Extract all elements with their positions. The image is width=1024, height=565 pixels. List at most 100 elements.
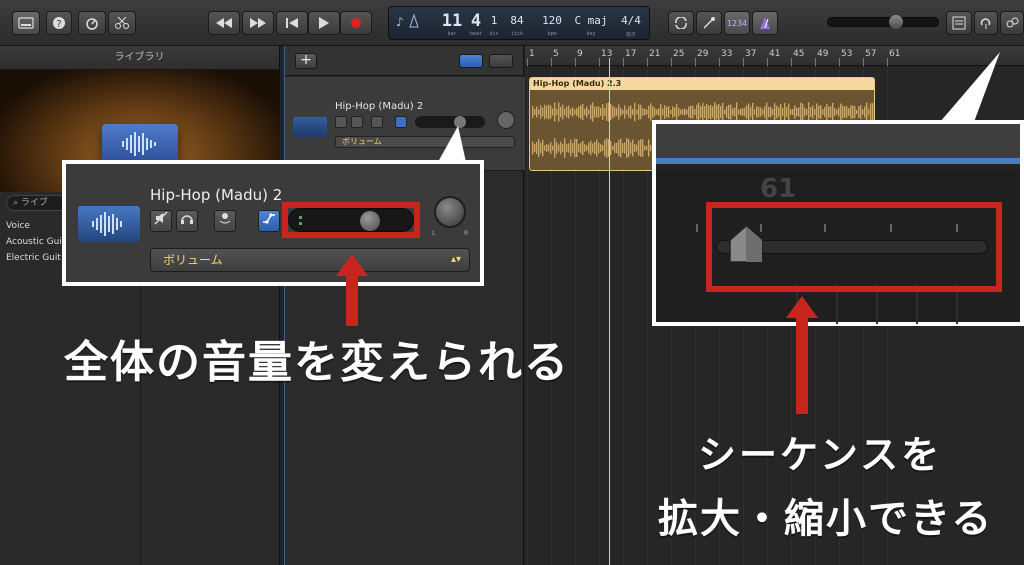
- arrow-up-zoom: [786, 296, 818, 318]
- pan-right-label: R: [464, 230, 469, 237]
- ruler-bar-number: 21: [649, 49, 661, 59]
- automation-button-large[interactable]: [258, 210, 280, 232]
- go-to-start-icon: [286, 18, 298, 28]
- ruler-label-large: 61: [760, 174, 797, 204]
- automation-parameter-select-large[interactable]: ボリューム ▴▾: [150, 248, 470, 272]
- automation-button[interactable]: [395, 116, 407, 128]
- lcd-time-signature[interactable]: 4/4: [617, 12, 645, 30]
- go-to-start-button[interactable]: [276, 11, 308, 35]
- ruler-tick: [719, 58, 720, 66]
- track-waveform-icon: [293, 117, 327, 137]
- lcd-tick-label: tick: [510, 31, 524, 37]
- automation-parameter-value: ボリューム: [163, 253, 223, 267]
- help-icon: ?: [53, 17, 65, 30]
- library-icon: [18, 17, 34, 29]
- ruler-tick: [671, 58, 672, 66]
- automation-toggle-button[interactable]: [459, 54, 483, 68]
- ruler-tick: [575, 58, 576, 66]
- lcd-display[interactable]: ♪ 11 bar 4 beat 1 div 84 tick 120 bpm C …: [388, 6, 650, 40]
- callout-right-pointer: [940, 52, 1000, 122]
- master-volume-knob[interactable]: [888, 15, 903, 29]
- ruler-tick: [551, 58, 552, 66]
- catch-playhead-button[interactable]: [489, 54, 513, 68]
- media-browser-button[interactable]: [1000, 11, 1024, 35]
- play-button[interactable]: [308, 11, 340, 35]
- add-track-button[interactable]: +: [295, 53, 317, 69]
- ruler-bar-number: 45: [793, 49, 805, 59]
- arrow-up-volume: [336, 254, 368, 276]
- record-icon: [351, 18, 361, 28]
- solo-button[interactable]: [351, 116, 363, 128]
- lcd-tick: 84: [510, 14, 524, 27]
- track-name[interactable]: Hip-Hop (Madu) 2: [335, 101, 423, 112]
- ruler-bar-number: 9: [577, 49, 583, 59]
- smart-controls-button[interactable]: [78, 11, 106, 35]
- lcd-beat: 4: [470, 11, 482, 31]
- ruler-bar-number: 13: [601, 49, 613, 59]
- master-volume-slider[interactable]: [827, 15, 939, 29]
- pan-knob[interactable]: [497, 111, 515, 129]
- zoom-highlight-box: [706, 202, 1002, 292]
- record-button[interactable]: [340, 11, 372, 35]
- count-in-button[interactable]: 1234: [724, 11, 750, 35]
- ruler-tick: [767, 58, 768, 66]
- scissors-icon: [115, 16, 129, 29]
- library-toggle-button[interactable]: [12, 11, 40, 35]
- svg-text:?: ?: [56, 19, 61, 30]
- automation-icon: [263, 213, 275, 224]
- rewind-icon: [216, 18, 232, 28]
- solo-button-large[interactable]: [176, 210, 198, 232]
- record-enable-button[interactable]: [371, 116, 383, 128]
- zoom-callout-header: [656, 124, 1020, 164]
- ruler-tick: [791, 58, 792, 66]
- record-enable-button-large[interactable]: [214, 210, 236, 232]
- ruler-bar-number: 57: [865, 49, 877, 59]
- zoom-caption-line-1: シーケンスを: [698, 433, 943, 477]
- waveform-patch-icon: [102, 124, 178, 164]
- zoom-tick: [696, 224, 698, 232]
- ruler-tick: [623, 58, 624, 66]
- tuner-button[interactable]: [696, 11, 722, 35]
- ruler-tick: [863, 58, 864, 66]
- ruler-bar-number: 53: [841, 49, 853, 59]
- library-panel: ライブラリ ⌕ ライブ Voice Acoustic Gui Electric …: [0, 46, 280, 565]
- zoom-caption-line-2: 拡大・縮小できる: [658, 496, 994, 542]
- rewind-button[interactable]: [208, 11, 240, 35]
- notepad-icon: [952, 16, 966, 30]
- play-icon: [319, 17, 329, 29]
- loop-browser-button[interactable]: [974, 11, 998, 35]
- loop-icon: [980, 18, 991, 29]
- lcd-tempo[interactable]: 120: [537, 12, 567, 30]
- toolbar: ? ♪ 11 bar 4 beat 1 div 84 tick 120 bpm …: [0, 0, 1024, 46]
- zoom-slider-callout: 61: [652, 120, 1024, 326]
- ruler-tick: [815, 58, 816, 66]
- ruler-bar-number: 41: [769, 49, 781, 59]
- notepad-button[interactable]: [946, 11, 972, 35]
- lcd-key[interactable]: C maj: [571, 12, 611, 30]
- automation-parameter-select[interactable]: ボリューム: [335, 136, 515, 148]
- media-browser-icon: [1006, 17, 1019, 28]
- playhead[interactable]: [609, 58, 610, 565]
- search-icon: ⌕: [13, 198, 19, 208]
- ruler-tick: [743, 58, 744, 66]
- help-button[interactable]: ?: [46, 11, 72, 35]
- mute-icon: [154, 211, 168, 225]
- lcd-beat-label: beat: [469, 31, 483, 37]
- fast-forward-button[interactable]: [242, 11, 274, 35]
- pan-knob-large[interactable]: [434, 196, 466, 228]
- mute-button-large[interactable]: [150, 210, 172, 232]
- ruler-bar-number: 1: [529, 49, 535, 59]
- metronome-button[interactable]: [752, 11, 778, 35]
- garageband-window: ? ♪ 11 bar 4 beat 1 div 84 tick 120 bpm …: [0, 0, 1024, 565]
- ruler-tick: [695, 58, 696, 66]
- lcd-tempo-label: bpm: [547, 31, 557, 37]
- arrow-shaft-zoom: [796, 316, 808, 414]
- lcd-bar: 11: [441, 11, 463, 31]
- editors-button[interactable]: [108, 11, 136, 35]
- track-header[interactable]: Hip-Hop (Madu) 2 ボリューム: [285, 77, 525, 171]
- mute-button[interactable]: [335, 116, 347, 128]
- lcd-div: 1: [490, 14, 498, 27]
- ruler-tick: [887, 58, 888, 66]
- ruler-bar-number: 61: [889, 49, 901, 59]
- cycle-button[interactable]: [668, 11, 694, 35]
